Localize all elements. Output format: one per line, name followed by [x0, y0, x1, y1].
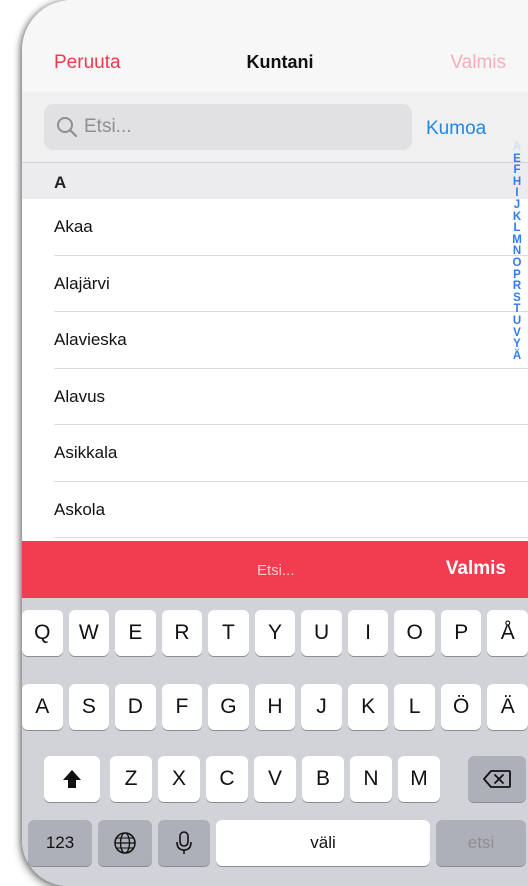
list-item[interactable]: Askola: [54, 482, 528, 538]
list-item-label: Alajärvi: [54, 273, 110, 293]
search-input[interactable]: Etsi...: [44, 104, 412, 150]
key[interactable]: W: [68, 610, 110, 656]
list-item-label: Akaa: [54, 217, 93, 236]
key[interactable]: R: [161, 610, 203, 656]
keyboard-row-1: Q W E R T Y U I O P Å: [22, 610, 528, 656]
numbers-key[interactable]: 123: [28, 820, 92, 866]
key[interactable]: Å: [487, 610, 528, 656]
list-item-label: Askola: [54, 499, 106, 519]
space-key[interactable]: väli: [216, 820, 430, 866]
key[interactable]: D: [115, 684, 156, 730]
key[interactable]: M: [398, 756, 440, 802]
list-item[interactable]: Akaa: [54, 199, 528, 256]
index-letter[interactable]: L: [513, 223, 520, 235]
key[interactable]: H: [254, 684, 296, 730]
globe-icon: [114, 832, 136, 854]
key[interactable]: N: [350, 756, 392, 802]
keyboard-bottom-row: 123 väli etsi: [22, 820, 528, 880]
search-bar: Etsi... Kumoa: [22, 92, 528, 163]
index-letter[interactable]: U: [513, 315, 521, 328]
search-cancel-button[interactable]: Kumoa: [426, 118, 486, 140]
municipality-list: A Akaa Alajärvi Alavieska Alavus Asikkal…: [22, 163, 528, 541]
key[interactable]: V: [254, 756, 296, 802]
section-index[interactable]: A E F H I J K L M N O P R S T U V Y Ä: [508, 141, 526, 363]
index-letter[interactable]: J: [514, 199, 520, 212]
key[interactable]: I: [347, 610, 389, 656]
section-header: A: [22, 163, 528, 199]
key[interactable]: L: [394, 684, 435, 730]
index-letter[interactable]: A: [513, 141, 521, 154]
key[interactable]: J: [301, 684, 342, 730]
list-item-label: Alavieska: [54, 330, 127, 349]
key[interactable]: E: [115, 610, 156, 656]
key[interactable]: Q: [22, 610, 63, 656]
phone-screen: Peruuta Kuntani Valmis Etsi... Kumoa A A…: [22, 0, 528, 886]
key[interactable]: O: [394, 610, 435, 656]
key[interactable]: Ä: [487, 684, 528, 730]
navigation-bar: Peruuta Kuntani Valmis: [22, 0, 528, 93]
search-placeholder: Etsi...: [84, 116, 132, 137]
keyboard-accessory-bar: Etsi... Valmis: [22, 541, 528, 598]
search-icon: [57, 117, 78, 138]
key[interactable]: U: [301, 610, 342, 656]
accessory-search-placeholder[interactable]: Etsi...: [257, 562, 295, 579]
key[interactable]: Ö: [440, 684, 482, 730]
accessory-done-button[interactable]: Valmis: [446, 558, 506, 580]
index-letter[interactable]: O: [513, 257, 522, 270]
key[interactable]: F: [161, 684, 203, 730]
index-letter[interactable]: R: [513, 281, 521, 293]
list-item[interactable]: Alajärvi: [54, 256, 528, 312]
key[interactable]: A: [22, 684, 63, 730]
microphone-icon: [176, 831, 192, 854]
list-item[interactable]: Alavieska: [54, 312, 528, 369]
done-button[interactable]: Valmis: [450, 52, 506, 74]
key[interactable]: G: [208, 684, 249, 730]
list-item[interactable]: Alavus: [54, 369, 528, 425]
backspace-icon: [483, 770, 511, 788]
microphone-key[interactable]: [158, 820, 210, 866]
key[interactable]: C: [206, 756, 248, 802]
key[interactable]: Z: [110, 756, 152, 802]
index-letter[interactable]: Y: [513, 338, 521, 351]
key[interactable]: Y: [254, 610, 296, 656]
list-item-label: Asikkala: [54, 443, 118, 462]
list-item[interactable]: Asikkala: [54, 425, 528, 482]
index-letter[interactable]: Ä: [513, 350, 521, 363]
key[interactable]: S: [68, 684, 110, 730]
key[interactable]: T: [208, 610, 249, 656]
list-item-label: Alavus: [54, 386, 106, 406]
key[interactable]: X: [158, 756, 200, 802]
keyboard-row-3: Z X C V B N M: [22, 756, 528, 802]
key[interactable]: P: [440, 610, 482, 656]
backspace-key[interactable]: [468, 756, 526, 802]
search-key[interactable]: etsi: [436, 820, 526, 866]
key[interactable]: B: [302, 756, 344, 802]
keyboard-row-2: A S D F G H J K L Ö Ä: [22, 684, 528, 730]
keyboard: Q W E R T Y U I O P Å A S D F G H J K L …: [22, 598, 528, 886]
globe-key[interactable]: [98, 820, 152, 866]
key[interactable]: K: [347, 684, 389, 730]
